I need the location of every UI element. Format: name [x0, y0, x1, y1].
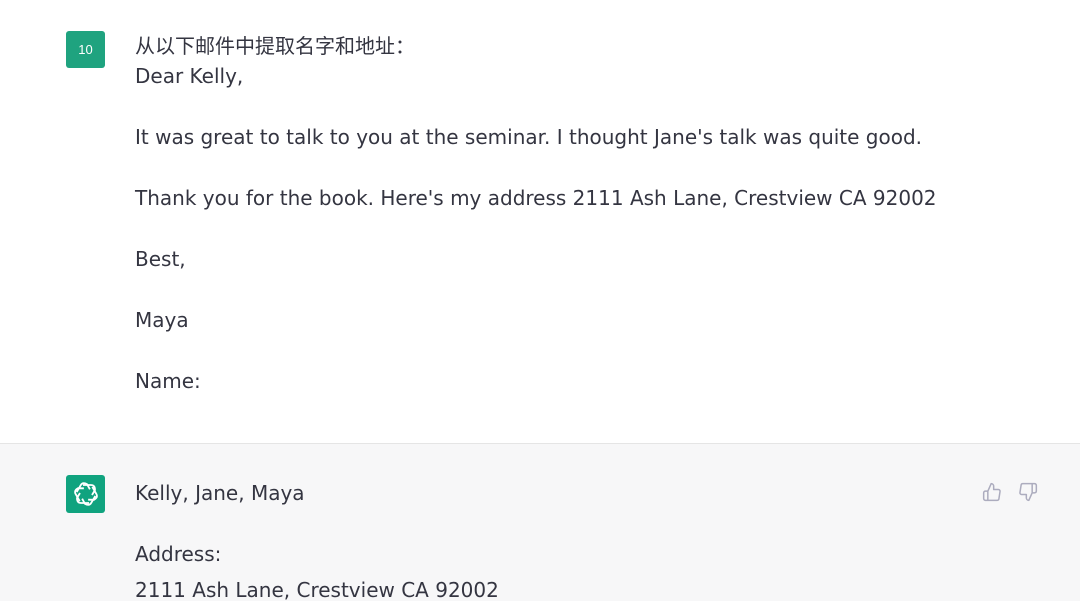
answer-names: Kelly, Jane, Maya: [135, 481, 305, 505]
user-message-row: 10 从以下邮件中提取名字和地址： Dear Kelly, It was gre…: [0, 0, 1080, 443]
answer-address-label: Address:: [135, 542, 222, 566]
email-greeting: Dear Kelly,: [135, 64, 244, 88]
thumbs-down-icon[interactable]: [1016, 480, 1040, 504]
email-body-line: It was great to talk to you at the semin…: [135, 125, 923, 149]
openai-logo-icon: [66, 475, 105, 513]
assistant-message-row: Kelly, Jane, Maya Address: 2111 Ash Lane…: [0, 443, 1080, 602]
thumbs-up-icon[interactable]: [980, 480, 1004, 504]
prompt-instruction: 从以下邮件中提取名字和地址：: [135, 34, 415, 58]
answer-address-value: 2111 Ash Lane, Crestview CA 92002: [135, 578, 499, 602]
email-signature: Maya: [135, 308, 189, 332]
prompt-name-label: Name:: [135, 369, 201, 393]
email-signoff: Best,: [135, 247, 186, 271]
user-avatar: 10: [66, 31, 105, 68]
email-body-line: Thank you for the book. Here's my addres…: [135, 186, 937, 210]
